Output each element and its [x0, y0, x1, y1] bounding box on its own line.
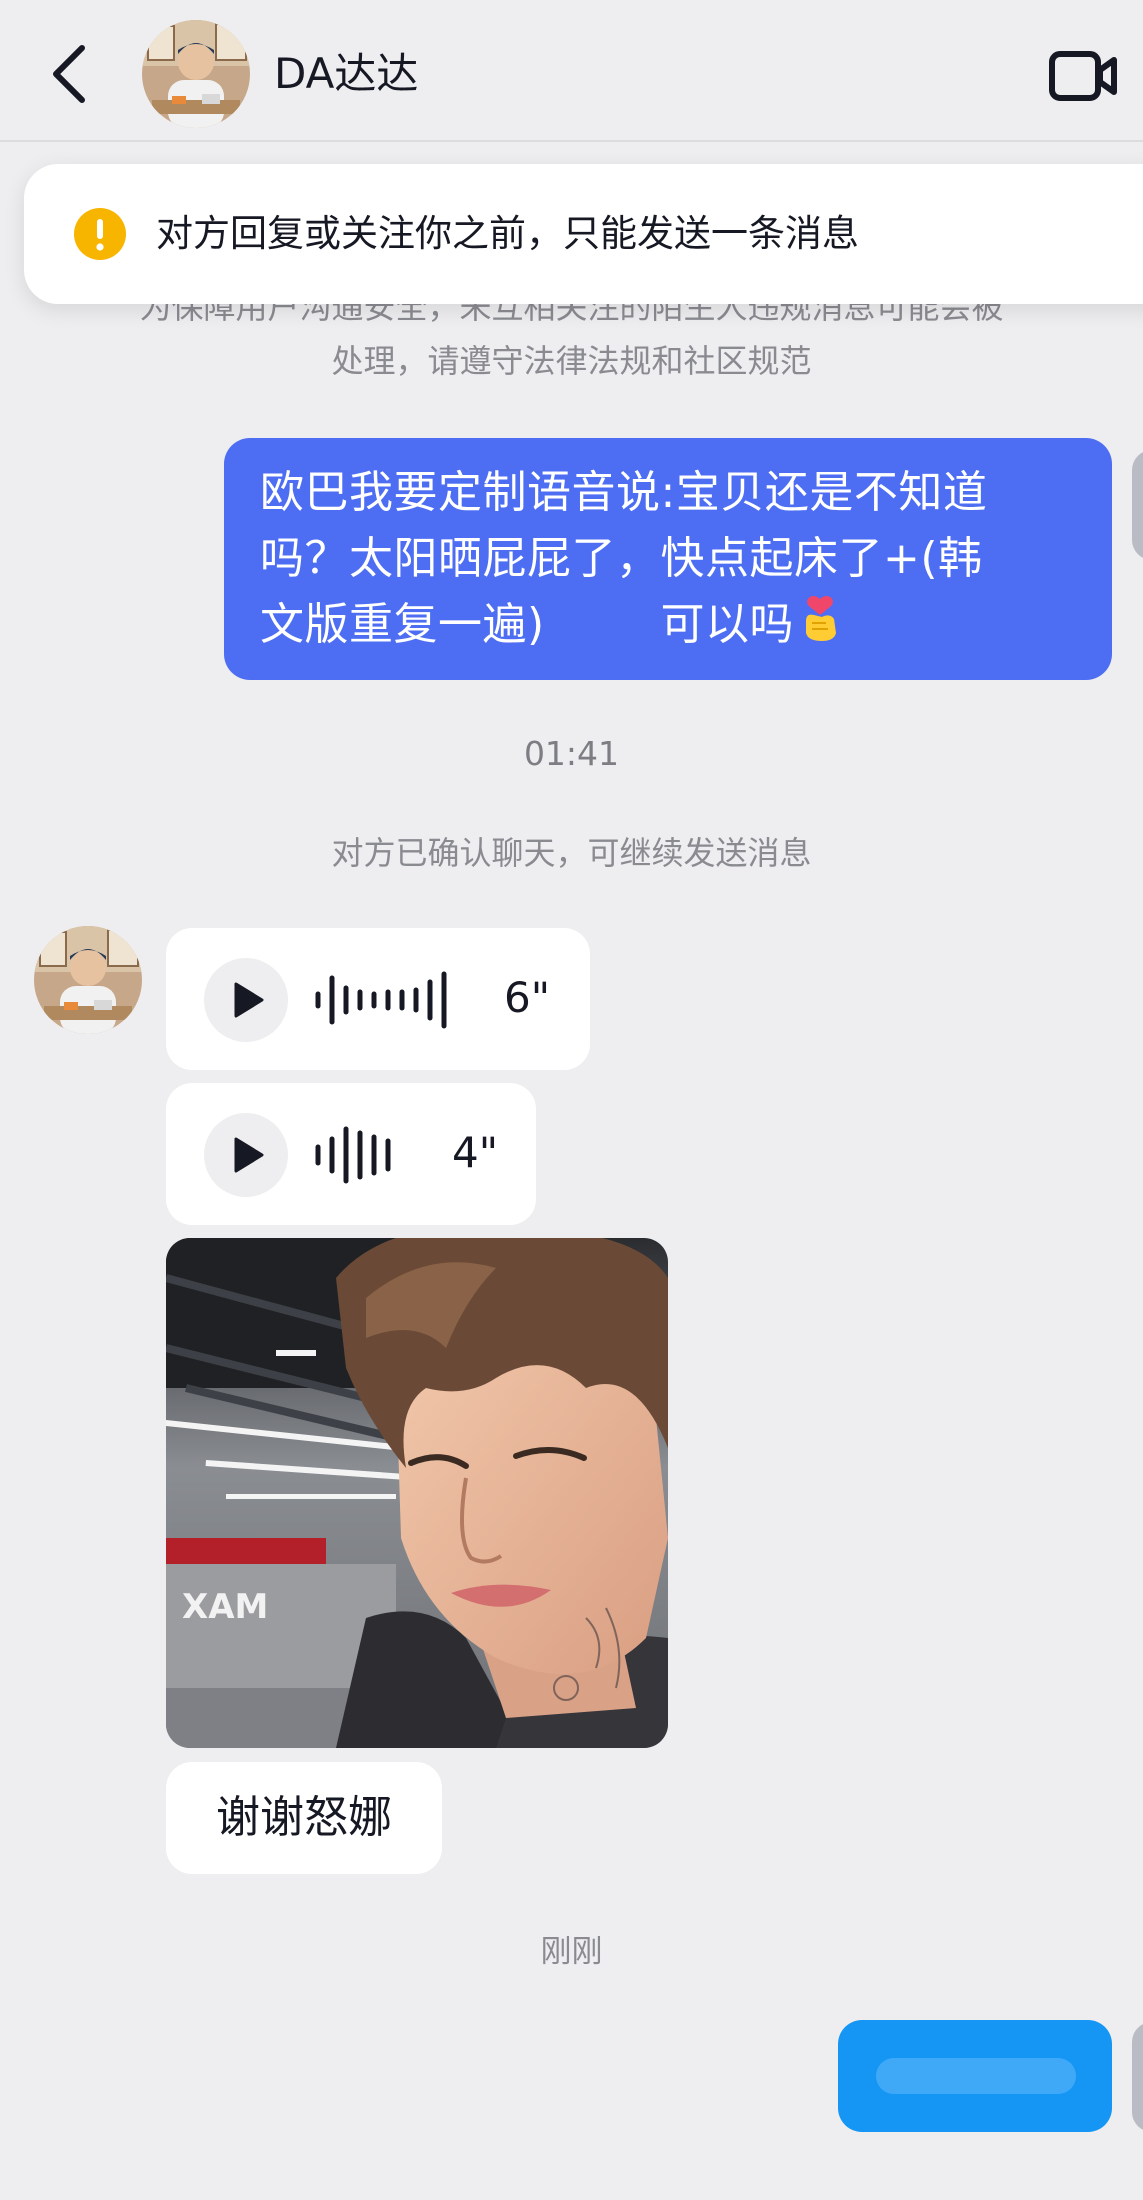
voice-duration: 6" [504, 973, 551, 1022]
timestamp: 01:41 [523, 734, 620, 773]
voice-message[interactable]: 6" [166, 928, 590, 1070]
message-line: 欧巴我要定制语音说:宝贝还是不知道 [260, 467, 988, 518]
timestamp: 刚刚 [540, 1934, 603, 1970]
voice-duration: 4" [452, 1128, 499, 1177]
waveform-icon [315, 1126, 391, 1184]
chat-confirmed-notice: 对方已确认聊天，可继续发送消息 [331, 834, 812, 872]
blurred-message-content [876, 2058, 1076, 2094]
play-button[interactable] [204, 958, 288, 1042]
contact-name[interactable]: DA达达 [274, 44, 418, 104]
safety-notice-line-2: 处理，请遵守法律法规和社区规范 [331, 342, 812, 380]
outgoing-message-bubble[interactable]: 欧巴我要定制语音说:宝贝还是不知道 吗？太阳晒屁屁了，快点起床了+(韩 文版重复… [224, 438, 1112, 680]
incoming-message-bubble[interactable]: 谢谢怒娜 [166, 1762, 442, 1874]
play-button[interactable] [204, 1113, 288, 1197]
waveform-icon [315, 971, 447, 1029]
play-icon [234, 982, 264, 1018]
chat-header: DA达达 [0, 0, 1143, 142]
message-line: 文版重复一遍) 可以吗 [260, 592, 1076, 662]
photo-overlay-text: XAM [182, 1587, 268, 1627]
chevron-left-icon [53, 45, 85, 103]
voice-message[interactable]: 4" [166, 1083, 536, 1225]
play-icon [234, 1137, 264, 1173]
notice-text: 对方回复或关注你之前，只能发送一条消息 [156, 212, 859, 255]
message-limit-notice: 对方回复或关注你之前，只能发送一条消息 [24, 164, 1143, 304]
video-call-button[interactable] [1048, 48, 1120, 104]
photo-message[interactable]: XAM [166, 1238, 668, 1748]
selfie-image: XAM [166, 1238, 668, 1748]
self-avatar[interactable] [1132, 450, 1143, 560]
outgoing-message-bubble[interactable] [838, 2020, 1112, 2132]
warning-icon [74, 208, 126, 260]
video-camera-icon [1049, 51, 1117, 101]
back-button[interactable] [42, 36, 102, 112]
finger-heart-emoji [800, 593, 840, 662]
message-line: 吗？太阳晒屁屁了，快点起床了+(韩 [260, 533, 983, 584]
self-avatar[interactable] [1132, 2022, 1143, 2132]
contact-avatar[interactable] [34, 926, 142, 1034]
contact-avatar[interactable] [142, 20, 250, 128]
